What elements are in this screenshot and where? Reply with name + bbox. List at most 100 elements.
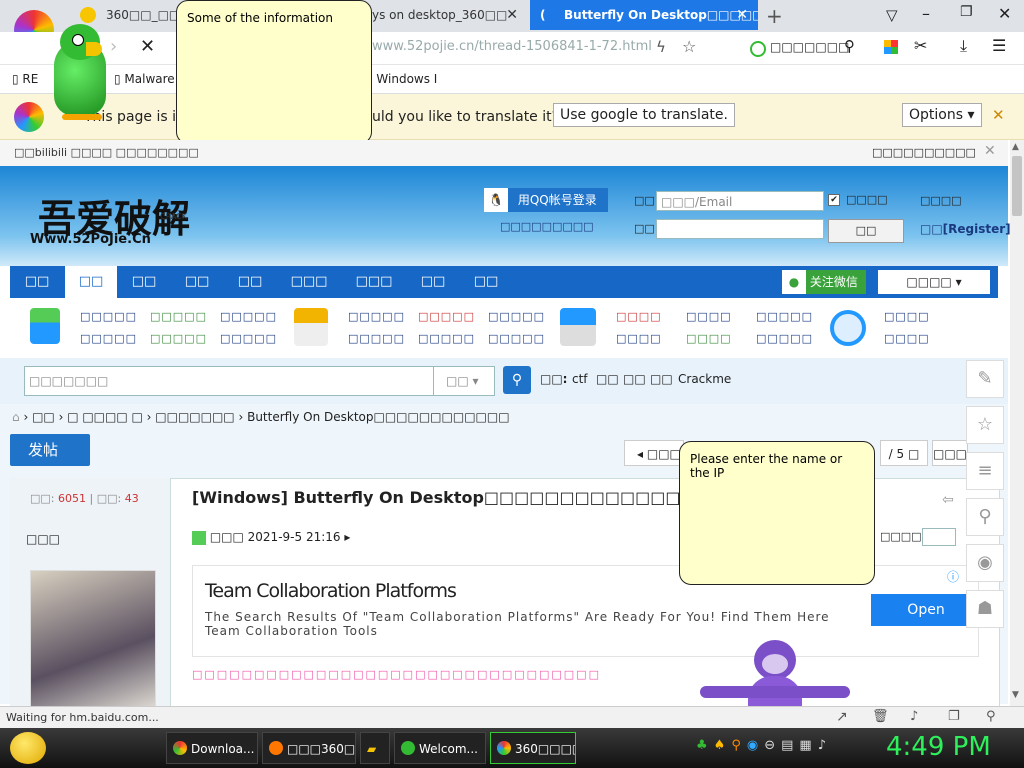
subnav-link[interactable]: □□□□ <box>616 310 662 323</box>
close-window-button[interactable]: ✕ <box>998 4 1011 23</box>
tray-minus-icon[interactable]: ⊖ <box>764 738 781 753</box>
subnav-link[interactable]: □□□□□ <box>150 332 207 345</box>
subnav-link[interactable]: □□□□□ <box>418 332 475 345</box>
subnav-link[interactable]: □□□□□ <box>220 310 277 323</box>
breadcrumb-item[interactable]: □□ <box>32 410 55 424</box>
star-icon[interactable]: ☆ <box>682 37 696 56</box>
nav-item-6[interactable]: □□□ <box>342 266 406 298</box>
tray-parrot-icon[interactable]: ♣ <box>696 738 714 753</box>
window-icon[interactable]: ❐ <box>948 709 960 724</box>
menu-icon[interactable]: ☰ <box>992 36 1006 55</box>
ad-info-icon[interactable]: ⓘ <box>947 568 959 585</box>
task-360[interactable]: 360□□□□ <box>490 732 576 764</box>
translate-button[interactable]: Use google to translate. <box>553 103 735 127</box>
qq-login-button[interactable]: 🐧 用QQ帐号登录 <box>484 188 608 212</box>
scroll-down-icon[interactable]: ▼ <box>1012 690 1019 700</box>
wechat-icon[interactable]: ◉ <box>966 544 1004 582</box>
subnav-link[interactable]: □□□□□ <box>756 332 813 345</box>
nav-item-1[interactable]: □□ <box>65 266 117 298</box>
bookmark-malware[interactable]: ▯ Malware <box>114 72 175 86</box>
pager-next[interactable]: □□□ <box>932 440 968 466</box>
subnav-link[interactable]: □□□□□ <box>488 310 545 323</box>
cursor-icon[interactable]: ↗ <box>836 709 848 725</box>
task-folder[interactable]: ▰ <box>360 732 390 764</box>
tray-doc-icon[interactable]: ▤ <box>781 738 799 753</box>
hot-tag[interactable]: □□ <box>623 372 646 386</box>
scissors-icon[interactable]: ✂ <box>914 36 927 55</box>
new-post-button[interactable]: 发帖 <box>10 434 90 466</box>
bookmark-re[interactable]: ▯ RE <box>12 72 38 86</box>
subnav-link[interactable]: □□□□□ <box>488 332 545 345</box>
play-icon[interactable]: ▸ <box>344 530 350 544</box>
login-button[interactable]: □□ <box>828 219 904 243</box>
bookmark-windows[interactable]: ▯ Windows I <box>366 72 437 86</box>
ad-title[interactable]: Team Collaboration Platforms <box>205 580 457 602</box>
subnav-link[interactable]: □□□□□ <box>348 332 405 345</box>
close-icon[interactable]: ✕ <box>506 0 518 30</box>
subnav-link[interactable]: □□□□□ <box>220 332 277 345</box>
url-input[interactable]: www.52pojie.cn/thread-1506841-1-72.html <box>372 39 652 54</box>
nav-item-3[interactable]: □□ <box>171 266 223 298</box>
close-icon[interactable]: ✕ <box>736 0 748 30</box>
nav-item-4[interactable]: □□ <box>224 266 276 298</box>
options-button[interactable]: Options ▾ <box>902 103 982 127</box>
subnav-link[interactable]: □□□□□ <box>756 310 813 323</box>
edit-icon[interactable]: ✎ <box>966 360 1004 398</box>
search-input[interactable]: □□□□□□□ <box>24 366 434 396</box>
subnav-link[interactable]: □□□□□ <box>150 310 207 323</box>
task-firefox[interactable]: □□□360□□... <box>262 732 356 764</box>
subnav-link[interactable]: □□□□ <box>884 310 930 323</box>
tray-search-icon[interactable]: ⚲ <box>731 738 747 753</box>
tray-bird-icon[interactable]: ♠ <box>714 738 732 753</box>
apps-icon[interactable] <box>884 40 898 54</box>
home-icon[interactable]: ⌂ <box>12 410 20 424</box>
minimize-button[interactable]: – <box>922 4 930 23</box>
pager-prev[interactable]: ◂ □□□ <box>624 440 684 466</box>
search-icon[interactable]: ⚲ <box>966 498 1004 536</box>
subnav-link[interactable]: □□□□ <box>616 332 662 345</box>
nav-item-7[interactable]: □□ <box>407 266 459 298</box>
subnav-link[interactable]: □□□□□ <box>80 332 137 345</box>
breadcrumb-item[interactable]: □□□□□□□ <box>155 410 234 424</box>
nav-item-5[interactable]: □□□ <box>277 266 341 298</box>
tab-butterfly-search[interactable]: ys on desktop_360□□ ✕ <box>372 0 528 30</box>
tray-volume-icon[interactable]: ♪ <box>818 738 832 753</box>
task-downloads[interactable]: Downloa... <box>166 732 258 764</box>
search-engine-input[interactable]: □□□□□□□ <box>770 40 849 54</box>
forgot-link[interactable]: □□□□ <box>920 194 962 207</box>
search-scope-select[interactable]: □□ ▾ <box>433 366 495 396</box>
subnav-link[interactable]: □□□□ <box>884 332 930 345</box>
user-icon[interactable]: ☗ <box>966 590 1004 628</box>
hot-tag[interactable]: □□ <box>650 372 673 386</box>
qq-sublink[interactable]: □□□□□□□□□ <box>500 220 594 233</box>
subnav-link[interactable]: □□□□ <box>686 310 732 323</box>
subnav-link[interactable]: □□□□ <box>686 332 732 345</box>
topbar-right-links[interactable]: □□□□□□□□□□ <box>872 146 976 159</box>
password-field[interactable] <box>656 219 824 239</box>
remember-checkbox[interactable]: ✔ <box>828 194 840 206</box>
jump-input[interactable] <box>922 528 956 546</box>
subnav-link[interactable]: □□□□□ <box>418 310 475 323</box>
register-link[interactable]: □□[Register] <box>920 222 1011 236</box>
tab-butterfly-active[interactable]: ( Butterfly On Desktop□□□□□□□□ ✕ <box>530 0 758 30</box>
parrot-agent[interactable] <box>46 22 114 122</box>
hot-tag[interactable]: Crackme <box>678 372 731 386</box>
search-button[interactable]: ⚲ <box>503 366 531 394</box>
username-field[interactable]: □□□/Email <box>656 191 824 211</box>
zoom-icon[interactable]: ⚲ <box>986 709 996 724</box>
shirt-icon[interactable]: ▽ <box>886 6 898 24</box>
hot-tag[interactable]: □□ <box>596 372 619 386</box>
task-welcome[interactable]: Welcom... <box>394 732 486 764</box>
topbar-links[interactable]: □□bilibili □□□□ □□□□□□□□ <box>14 146 199 159</box>
start-button[interactable] <box>10 732 46 764</box>
stop-icon[interactable]: ✕ <box>140 36 155 57</box>
subnav-link[interactable]: □□□□□ <box>80 310 137 323</box>
lightning-icon[interactable]: ϟ <box>656 38 666 56</box>
volume-icon[interactable]: ♪ <box>910 709 918 724</box>
new-tab-button[interactable]: + <box>766 4 783 28</box>
scrollbar[interactable]: ▲ ▼ <box>1010 140 1024 706</box>
search-icon[interactable]: ⚲ <box>844 37 855 55</box>
tray-360-icon[interactable]: ◉ <box>747 738 764 753</box>
nav-item-8[interactable]: □□ <box>460 266 512 298</box>
favorite-icon[interactable]: ☆ <box>966 406 1004 444</box>
